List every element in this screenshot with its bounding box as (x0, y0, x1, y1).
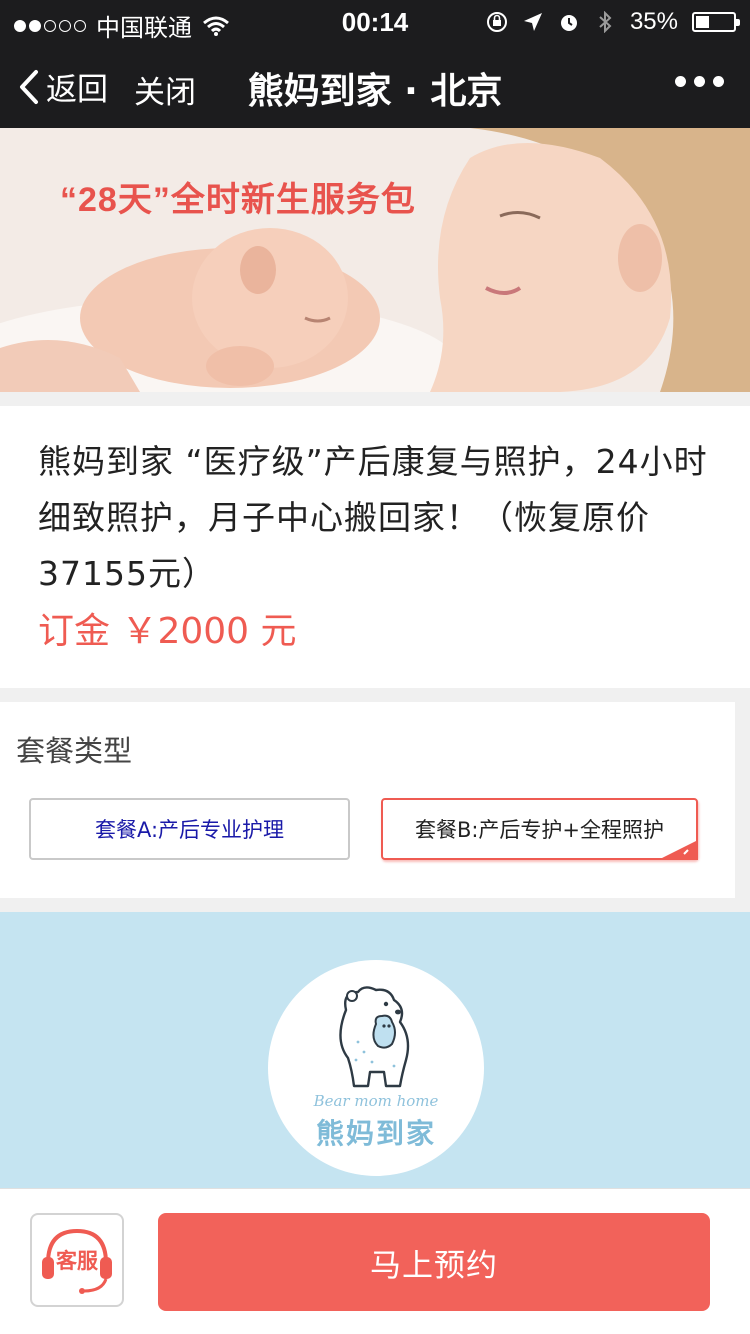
bear-logo-icon (339, 986, 410, 1088)
logo-english: Bear mom home (313, 1092, 439, 1110)
customer-service-label: 客服 (56, 1249, 98, 1273)
more-dot-icon (694, 76, 705, 87)
package-option-b-label: 套餐B:产后专护+全程照护 (414, 818, 665, 842)
bottom-action-bar: 客服 马上预约 (0, 1188, 750, 1334)
brand-logo: Bear mom home 熊妈到家 (268, 960, 484, 1176)
battery-percent: 35% (629, 8, 678, 35)
page-title: 熊妈到家 · 北京 (247, 71, 503, 112)
customer-service-button[interactable]: 客服 (30, 1213, 124, 1307)
selected-corner-icon (658, 840, 698, 860)
status-bar: 中国联通 00:14 35% (0, 0, 750, 42)
nav-bar: 返回 关闭 熊妈到家 · 北京 (0, 40, 750, 128)
deposit-price: 订金 ￥2000 元 (38, 611, 297, 652)
package-section-title: 套餐类型 (16, 734, 133, 768)
more-dot-icon (713, 76, 724, 87)
package-option-a[interactable]: 套餐A:产后专业护理 (29, 798, 350, 860)
more-options-button[interactable] (675, 76, 724, 87)
location-arrow-icon (523, 13, 542, 31)
status-right: 35% (486, 8, 740, 36)
package-option-b[interactable]: 套餐B:产后专护+全程照护 (381, 798, 698, 860)
alarm-icon (560, 15, 577, 31)
product-title: 熊妈到家 “医疗级”产后康复与照护，24小时细致照护，月子中心搬回家！（恢复原价… (38, 442, 708, 593)
bluetooth-icon (599, 11, 612, 33)
battery-icon (692, 12, 740, 32)
banner-image: “28天”全时新生服务包 (0, 128, 750, 392)
package-selector: 套餐类型 套餐A:产后专业护理 套餐B:产后专护+全程照护 (0, 702, 735, 898)
more-dot-icon (675, 76, 686, 87)
book-now-button[interactable]: 马上预约 (158, 1213, 710, 1311)
brand-promo-image: Bear mom home 熊妈到家 (0, 912, 750, 1188)
mother-baby-photo (0, 128, 750, 392)
product-info-card: 熊妈到家 “医疗级”产后康复与照护，24小时细致照护，月子中心搬回家！（恢复原价… (0, 406, 750, 688)
banner-headline: “28天”全时新生服务包 (60, 181, 416, 219)
orientation-lock-icon (486, 12, 507, 32)
logo-chinese: 熊妈到家 (315, 1117, 436, 1150)
